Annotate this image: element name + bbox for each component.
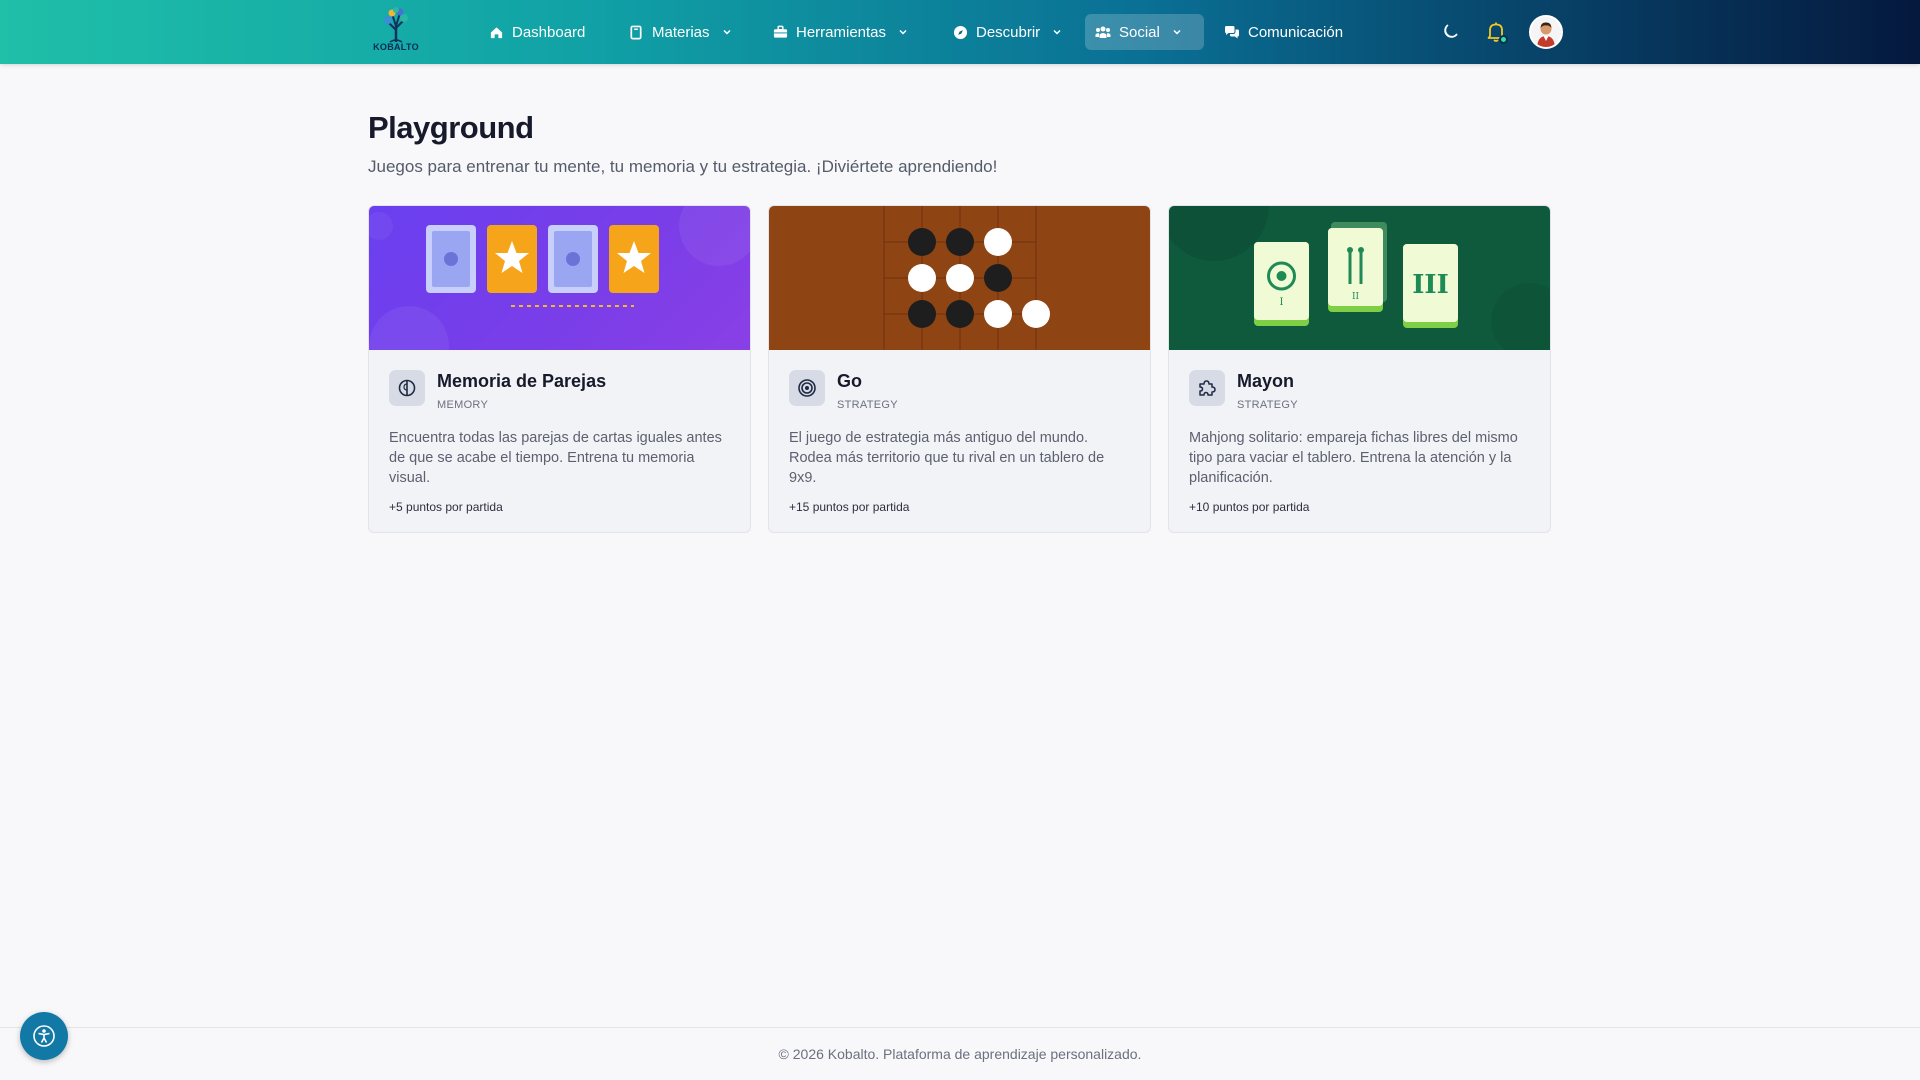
game-points: +10 puntos por partida [1189,500,1310,514]
page-subtitle: Juegos para entrenar tu mente, tu memori… [368,157,998,176]
target-icon [789,370,825,406]
game-category: STRATEGY [1237,399,1298,411]
game-description: Encuentra todas las parejas de cartas ig… [389,430,722,486]
notifications-button[interactable] [1480,16,1512,48]
nav-descubrir-label: Descubrir [976,23,1041,41]
users-icon [1095,24,1111,40]
nav-comunicacion[interactable]: Comunicación [1214,14,1353,50]
compass-icon [952,24,968,40]
puzzle-icon [1189,370,1225,406]
chevron-down-icon [1053,29,1061,35]
moon-icon [1444,24,1458,38]
game-description: El juego de estrategia más antiguo del m… [789,430,1105,486]
footer: © 2026 Kobalto. Plataforma de aprendizaj… [0,1027,1920,1080]
briefcase-icon [772,24,788,40]
nav-social[interactable]: Social [1085,14,1204,50]
mayon-banner: I II III [1169,206,1550,350]
game-points: +15 puntos por partida [789,500,910,514]
avatar[interactable] [1529,15,1563,49]
nav-descubrir[interactable]: Descubrir [942,14,1072,50]
game-points: +5 puntos por partida [389,500,503,514]
chevron-down-icon [899,29,907,35]
top-navbar: KOBALTO Dashboard Materias Herramientas … [0,0,1920,64]
game-title: Mayon [1237,371,1295,391]
game-title: Memoria de Parejas [437,371,607,391]
theme-toggle-button[interactable] [1434,16,1466,48]
nav-dashboard-label: Dashboard [512,23,586,41]
tile-label: II [1352,292,1360,302]
brain-icon [389,370,425,406]
game-category: MEMORY [437,399,489,411]
footer-copyright: © 2026 Kobalto. Plataforma de aprendizaj… [778,1046,1142,1062]
game-category: STRATEGY [837,399,898,411]
go-banner [769,206,1150,350]
user-avatar-icon [1531,17,1561,47]
brand-logo[interactable]: KOBALTO [370,6,422,58]
nav-herramientas[interactable]: Herramientas [762,14,918,50]
game-card-go[interactable]: Go STRATEGY El juego de estrategia más a… [768,205,1151,533]
game-description: Mahjong solitario: empareja fichas libre… [1189,430,1518,486]
accessibility-button[interactable] [20,1012,68,1060]
nav-dashboard[interactable]: Dashboard [478,14,595,50]
chevron-down-icon [1173,29,1181,35]
notification-dot [1499,35,1508,44]
memoria-banner [369,206,750,350]
logo-text: KOBALTO [373,42,419,52]
book-icon [628,24,644,40]
go-board-illustration [883,206,1050,350]
nav-materias-label: Materias [652,23,710,41]
nav-social-label: Social [1119,23,1160,41]
tile-label: I [1280,297,1284,308]
memory-cards-illustration [369,206,750,350]
nav-comunicacion-label: Comunicación [1248,23,1344,41]
game-card-mayon[interactable]: I II III Mayon STRATEGY Mahjong solitari… [1168,205,1551,533]
mahjong-tiles-illustration: I II III [1169,206,1550,350]
nav-herramientas-label: Herramientas [796,23,887,41]
accessibility-icon [33,1025,55,1047]
game-title: Go [837,371,862,391]
chat-icon [1224,24,1240,40]
home-icon [488,24,504,40]
chevron-down-icon [723,29,731,35]
nav-materias[interactable]: Materias [618,14,742,50]
tree-logo-icon [384,7,408,43]
page-title: Playground [368,110,534,145]
game-card-memoria[interactable]: Memoria de Parejas MEMORY Encuentra toda… [368,205,751,533]
tile-label: III [1412,270,1449,300]
